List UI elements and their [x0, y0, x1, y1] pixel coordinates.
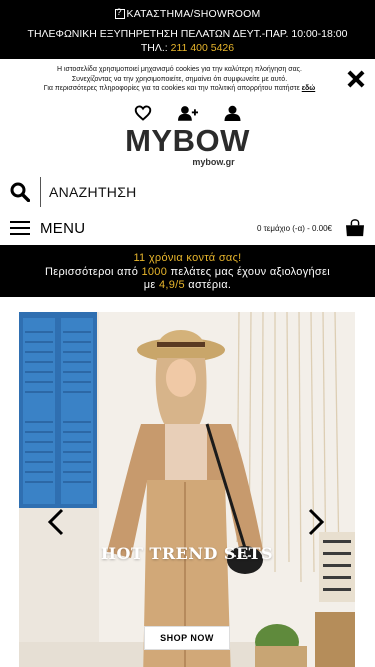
cookie-line-3: Για περισσότερες πληροφορίες για τα cook…: [14, 84, 345, 94]
search-icon[interactable]: [10, 182, 30, 202]
close-icon[interactable]: [347, 70, 365, 88]
cart-summary[interactable]: 0 τεμάχιο (-α) - 0.00€: [257, 224, 332, 233]
top-info-bar: ΚΑΤΑΣΤΗΜΑ/SHOWROOM ΤΗΛΕΦΩΝΙΚΗ ΕΞΥΠΗΡΕΤΗΣ…: [0, 0, 375, 59]
search-divider: [40, 177, 41, 207]
promo-rating-pre: με: [143, 279, 159, 291]
cookie-policy-link[interactable]: εδώ: [302, 85, 315, 92]
logo-brand: MYBOW: [125, 123, 250, 158]
site-logo[interactable]: MYBOW mybow.gr: [0, 123, 375, 168]
promo-rating-value: 4,9/5: [158, 279, 185, 291]
showroom-link[interactable]: ΚΑΤΑΣΤΗΜΑ/SHOWROOM: [0, 7, 375, 20]
promo-rating: με 4,9/5 αστέρια.: [0, 279, 375, 293]
logo-domain: mybow.gr: [192, 157, 235, 167]
phone-number[interactable]: 211 400 5426: [171, 42, 234, 54]
showroom-label: ΚΑΤΑΣΤΗΜΑ/SHOWROOM: [126, 8, 261, 20]
location-icon: [114, 7, 125, 19]
cookie-line-3-text: Για περισσότερες πληροφορίες για τα cook…: [43, 85, 300, 92]
search-bar[interactable]: ΑΝΑΖΗΤΗΣΗ: [0, 175, 375, 209]
customer-service-hours: ΤΗΛΕΦΩΝΙΚΗ ΕΞΥΠΗΡΕΤΗΣΗ ΠΕΛΑΤΩΝ ΔΕΥΤ.-ΠΑΡ…: [0, 27, 375, 55]
slider-prev-icon[interactable]: [47, 508, 65, 536]
promo-reviews-pre: Περισσότεροι από: [45, 265, 142, 278]
hero-image: [19, 312, 355, 667]
header-icons: [0, 103, 375, 123]
cookie-line-1: Η ιστοσελίδα χρησιμοποιεί μηχανισμό cook…: [57, 66, 302, 73]
hero-slider[interactable]: HOT TREND SETS SHOP NOW: [19, 312, 355, 667]
hamburger-icon[interactable]: [10, 221, 30, 235]
promo-banner: 11 χρόνια κοντά σας! Περισσότεροι από 10…: [0, 245, 375, 297]
promo-years: 11 χρόνια κοντά σας!: [133, 252, 242, 264]
slider-next-icon[interactable]: [307, 508, 325, 536]
user-icon[interactable]: [224, 105, 241, 121]
promo-reviews-count: 1000: [141, 265, 168, 278]
menu-row: MENU 0 τεμάχιο (-α) - 0.00€: [0, 211, 375, 245]
search-input[interactable]: ΑΝΑΖΗΤΗΣΗ: [49, 184, 137, 200]
shopping-bag-icon[interactable]: [345, 219, 365, 237]
add-user-icon[interactable]: [178, 105, 198, 121]
menu-label[interactable]: MENU: [40, 220, 85, 237]
cookie-line-2: Συνεχίζοντας να την χρησιμοποιείτε, σημα…: [71, 75, 288, 83]
promo-rating-post: αστέρια.: [184, 279, 232, 291]
promo-reviews: Περισσότεροι από 1000 πελάτες μας έχουν …: [0, 266, 375, 280]
shop-now-button[interactable]: SHOP NOW: [144, 626, 230, 650]
promo-reviews-post: πελάτες μας έχουν αξιολογήσει: [167, 265, 330, 278]
cookie-notice: Η ιστοσελίδα χρησιμοποιεί μηχανισμό cook…: [0, 59, 375, 95]
heart-icon[interactable]: [134, 105, 152, 121]
hero-title: HOT TREND SETS: [100, 544, 274, 563]
